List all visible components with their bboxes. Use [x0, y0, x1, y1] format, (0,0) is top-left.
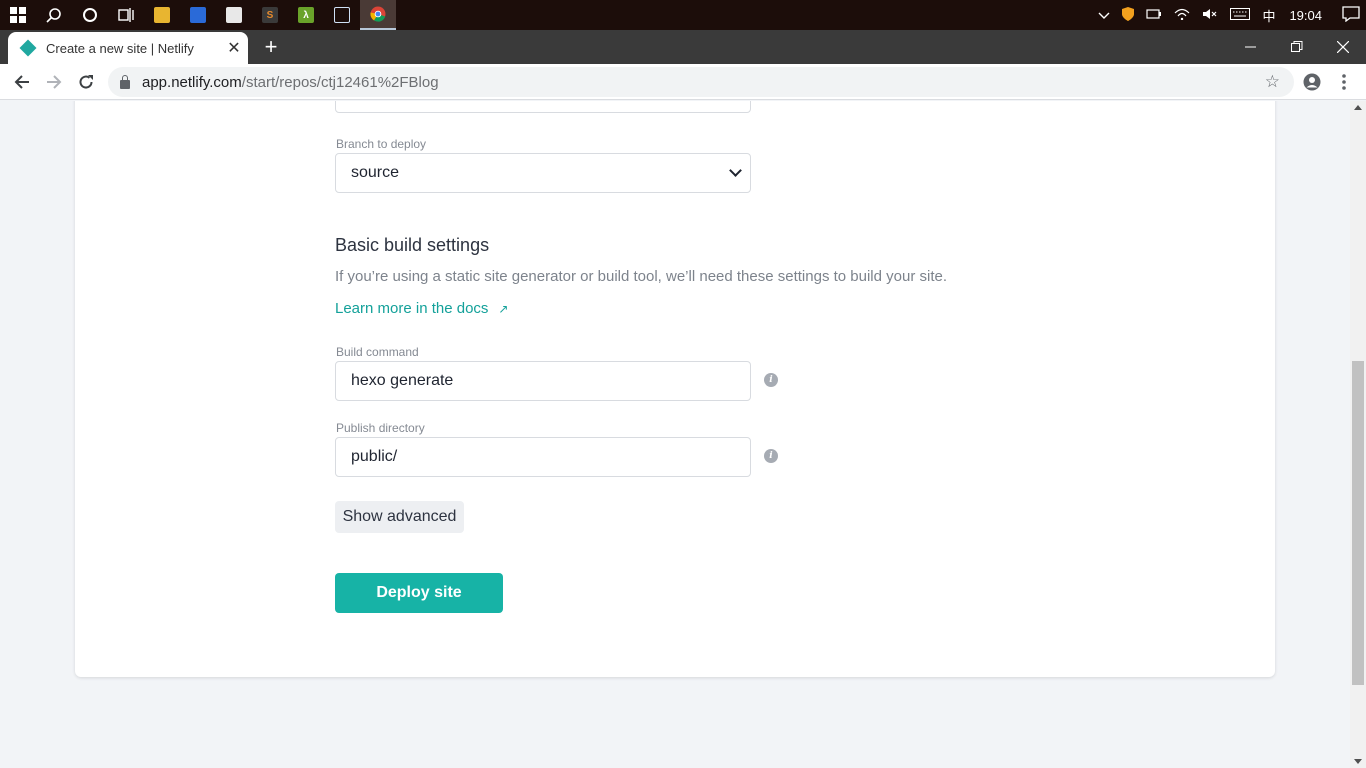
docs-link-label: Learn more in the docs	[335, 300, 489, 317]
build-command-info-icon[interactable]: i	[764, 373, 778, 387]
app-note-icon[interactable]	[216, 0, 252, 30]
minimize-icon[interactable]	[1228, 30, 1274, 64]
external-link-icon: ↗	[498, 302, 509, 316]
build-command-input[interactable]: hexo generate	[335, 361, 751, 401]
tray-chevron-icon[interactable]	[1098, 8, 1110, 23]
browser-tab-active[interactable]: Create a new site | Netlify ✕	[8, 32, 248, 64]
publish-directory-label: Publish directory	[336, 421, 425, 435]
box-app-icon[interactable]	[324, 0, 360, 30]
page-scrollbar[interactable]	[1350, 101, 1366, 768]
owner-field-partial[interactable]	[335, 101, 751, 113]
task-view-icon[interactable]	[108, 0, 144, 30]
chrome-taskbar-icon[interactable]	[360, 0, 396, 30]
publish-directory-info-icon[interactable]: i	[764, 449, 778, 463]
system-tray: 中 19:04	[1092, 0, 1366, 30]
app-dw-icon[interactable]	[180, 0, 216, 30]
windows-taskbar: S λ 中 19:04	[0, 0, 1366, 30]
publish-directory-value: public/	[351, 448, 398, 465]
netlify-favicon-icon	[19, 39, 37, 57]
lambda-app-icon[interactable]: λ	[288, 0, 324, 30]
tab-close-icon[interactable]: ✕	[220, 38, 248, 58]
bookmark-star-icon[interactable]: ☆	[1265, 72, 1280, 92]
volume-muted-icon[interactable]	[1202, 8, 1218, 23]
battery-icon[interactable]	[1146, 8, 1162, 23]
build-command-value: hexo generate	[351, 372, 454, 389]
scroll-up-arrow-icon[interactable]	[1354, 105, 1362, 110]
branch-select[interactable]: source	[335, 153, 751, 193]
branch-select-value: source	[351, 164, 400, 181]
page-viewport: Branch to deploy source Basic build sett…	[0, 101, 1350, 768]
action-center-icon[interactable]	[1342, 5, 1360, 25]
chrome-menu-icon[interactable]	[1328, 66, 1360, 98]
address-bar[interactable]: app.netlify.com/start/repos/ctj12461%2FB…	[108, 67, 1294, 97]
clock[interactable]: 19:04	[1289, 8, 1322, 23]
back-arrow-icon[interactable]	[6, 66, 38, 98]
scroll-down-arrow-icon[interactable]	[1354, 759, 1362, 764]
browser-tab-strip: Create a new site | Netlify ✕ +	[0, 30, 1366, 64]
profile-avatar-icon[interactable]	[1296, 66, 1328, 98]
keyboard-icon[interactable]	[1230, 7, 1251, 23]
section-heading: Basic build settings	[335, 235, 490, 255]
scrollbar-thumb[interactable]	[1352, 361, 1364, 685]
sublime-text-icon[interactable]: S	[252, 0, 288, 30]
new-tab-button[interactable]: +	[258, 34, 284, 60]
tab-title: Create a new site | Netlify	[46, 40, 194, 56]
wifi-icon[interactable]	[1174, 8, 1190, 23]
deploy-site-button[interactable]: Deploy site	[335, 573, 503, 613]
lock-icon[interactable]	[120, 74, 130, 89]
show-advanced-button[interactable]: Show advanced	[335, 501, 464, 533]
docs-link[interactable]: Learn more in the docs ↗	[335, 300, 508, 317]
reload-icon[interactable]	[70, 66, 102, 98]
build-command-label: Build command	[336, 345, 419, 359]
url-path: /start/repos/ctj12461%2FBlog	[241, 73, 439, 91]
cortana-icon[interactable]	[72, 0, 108, 30]
url-host: app.netlify.com	[142, 73, 242, 91]
window-close-icon[interactable]	[1320, 30, 1366, 64]
browser-toolbar: app.netlify.com/start/repos/ctj12461%2FB…	[0, 64, 1366, 100]
publish-directory-input[interactable]: public/	[335, 437, 751, 477]
search-icon[interactable]	[36, 0, 72, 30]
branch-label: Branch to deploy	[336, 137, 427, 151]
chevron-down-icon	[729, 164, 742, 177]
file-explorer-icon[interactable]	[144, 0, 180, 30]
windows-start-icon[interactable]	[0, 0, 36, 30]
restore-icon[interactable]	[1274, 30, 1320, 64]
ime-indicator[interactable]: 中	[1262, 6, 1275, 25]
forward-arrow-icon[interactable]	[38, 66, 70, 98]
security-shield-icon[interactable]	[1122, 6, 1135, 24]
section-description: If you’re using a static site generator …	[335, 268, 948, 285]
